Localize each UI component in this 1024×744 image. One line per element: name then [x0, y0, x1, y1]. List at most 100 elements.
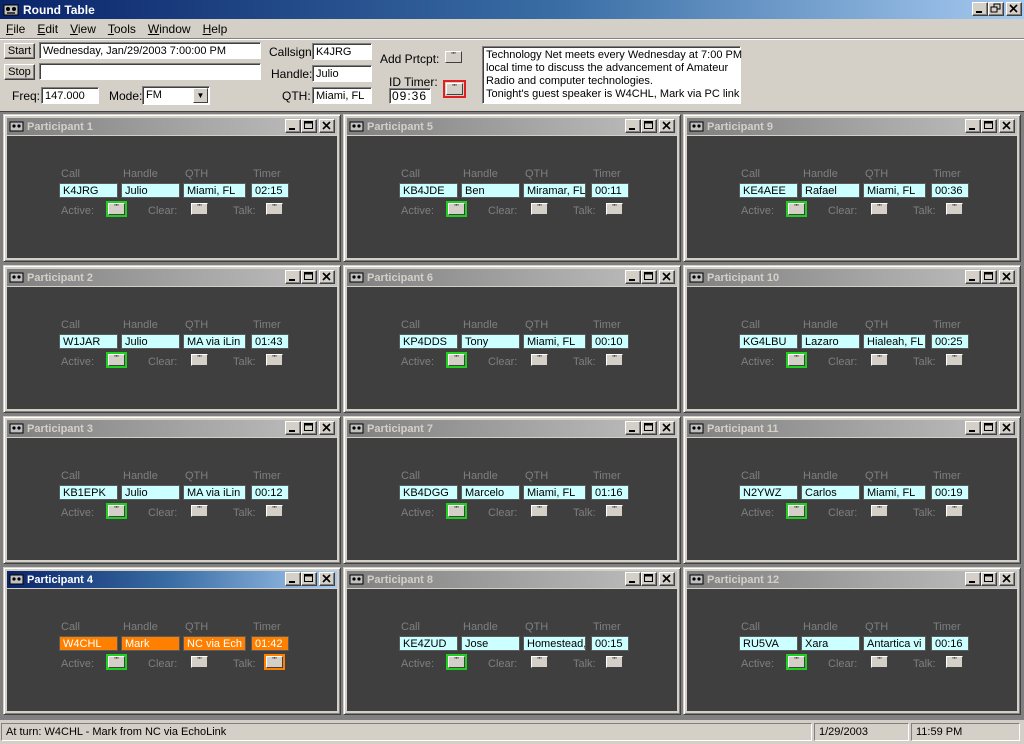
- participant-window[interactable]: Participant 7 Call Handle QTH Timer KB4DGG Mar…: [343, 416, 681, 564]
- participant-title-bar[interactable]: Participant 3: [7, 420, 337, 437]
- participant-qth-field[interactable]: Hialeah, FL: [863, 334, 926, 349]
- active-button[interactable]: ''': [446, 201, 467, 217]
- talk-button[interactable]: ''': [266, 203, 283, 215]
- participant-minimize-button[interactable]: [625, 270, 641, 284]
- start-time-field[interactable]: Wednesday, Jan/29/2003 7:00:00 PM: [39, 42, 261, 59]
- participant-window[interactable]: Participant 12 Call Handle QTH Timer RU5VA Xar…: [683, 567, 1021, 715]
- participant-maximize-button[interactable]: [641, 270, 657, 284]
- participant-minimize-button[interactable]: [285, 421, 301, 435]
- participant-close-button[interactable]: [659, 119, 675, 133]
- participant-handle-field[interactable]: Tony: [461, 334, 520, 349]
- participant-window[interactable]: Participant 5 Call Handle QTH Timer KB4JDE Ben…: [343, 114, 681, 262]
- participant-minimize-button[interactable]: [965, 270, 981, 284]
- menu-view[interactable]: View: [64, 22, 102, 36]
- participant-minimize-button[interactable]: [625, 572, 641, 586]
- active-button[interactable]: ''': [786, 201, 807, 217]
- participant-title-bar[interactable]: Participant 8: [347, 571, 677, 588]
- active-button[interactable]: ''': [786, 503, 807, 519]
- participant-minimize-button[interactable]: [965, 572, 981, 586]
- talk-button[interactable]: ''': [606, 203, 623, 215]
- talk-button[interactable]: ''': [606, 656, 623, 668]
- menu-file[interactable]: File: [0, 22, 31, 36]
- participant-maximize-button[interactable]: [981, 270, 997, 284]
- participant-call-field[interactable]: KE4AEE: [739, 183, 798, 198]
- participant-call-field[interactable]: W4CHL: [59, 636, 118, 651]
- participant-handle-field[interactable]: Xara: [801, 636, 860, 651]
- net-notes-textbox[interactable]: Technology Net meets every Wednesday at …: [482, 46, 742, 104]
- stop-time-field[interactable]: [39, 63, 261, 80]
- participant-window[interactable]: Participant 6 Call Handle QTH Timer KP4DDS Ton…: [343, 265, 681, 413]
- freq-field[interactable]: 147.000: [41, 87, 99, 104]
- participant-maximize-button[interactable]: [301, 572, 317, 586]
- clear-button[interactable]: ''': [531, 505, 548, 517]
- participant-title-bar[interactable]: Participant 7: [347, 420, 677, 437]
- participant-title-bar[interactable]: Participant 12: [687, 571, 1017, 588]
- talk-button[interactable]: ''': [606, 354, 623, 366]
- participant-maximize-button[interactable]: [301, 270, 317, 284]
- participant-window[interactable]: Participant 8 Call Handle QTH Timer KE4ZUD Jos…: [343, 567, 681, 715]
- participant-handle-field[interactable]: Mark: [121, 636, 180, 651]
- talk-button[interactable]: ''': [946, 203, 963, 215]
- participant-call-field[interactable]: KP4DDS: [399, 334, 458, 349]
- participant-minimize-button[interactable]: [285, 572, 301, 586]
- participant-qth-field[interactable]: Miramar, FL: [523, 183, 586, 198]
- participant-title-bar[interactable]: Participant 11: [687, 420, 1017, 437]
- participant-maximize-button[interactable]: [981, 119, 997, 133]
- active-button[interactable]: ''': [446, 503, 467, 519]
- clear-button[interactable]: ''': [871, 656, 888, 668]
- active-button[interactable]: ''': [446, 352, 467, 368]
- participant-handle-field[interactable]: Lazaro: [801, 334, 860, 349]
- participant-call-field[interactable]: KG4LBU: [739, 334, 798, 349]
- participant-maximize-button[interactable]: [301, 421, 317, 435]
- menu-edit[interactable]: Edit: [31, 22, 64, 36]
- participant-title-bar[interactable]: Participant 1: [7, 118, 337, 135]
- menu-tools[interactable]: Tools: [102, 22, 142, 36]
- participant-close-button[interactable]: [999, 270, 1015, 284]
- participant-close-button[interactable]: [319, 119, 335, 133]
- active-button[interactable]: ''': [106, 654, 127, 670]
- participant-title-bar[interactable]: Participant 4: [7, 571, 337, 588]
- participant-call-field[interactable]: RU5VA: [739, 636, 798, 651]
- participant-close-button[interactable]: [319, 572, 335, 586]
- menu-help[interactable]: Help: [197, 22, 234, 36]
- participant-title-bar[interactable]: Participant 6: [347, 269, 677, 286]
- start-button[interactable]: Start: [4, 43, 35, 59]
- clear-button[interactable]: ''': [191, 203, 208, 215]
- participant-maximize-button[interactable]: [641, 572, 657, 586]
- participant-close-button[interactable]: [659, 270, 675, 284]
- active-button[interactable]: ''': [786, 352, 807, 368]
- talk-button[interactable]: ''': [946, 505, 963, 517]
- app-title-bar[interactable]: Round Table: [0, 0, 1024, 19]
- clear-button[interactable]: ''': [531, 656, 548, 668]
- participant-qth-field[interactable]: NC via Ech: [183, 636, 246, 651]
- participant-minimize-button[interactable]: [965, 421, 981, 435]
- participant-handle-field[interactable]: Julio: [121, 334, 180, 349]
- participant-window[interactable]: Participant 11 Call Handle QTH Timer N2YWZ Car…: [683, 416, 1021, 564]
- clear-button[interactable]: ''': [531, 354, 548, 366]
- participant-qth-field[interactable]: Miami, FL: [523, 485, 586, 500]
- participant-handle-field[interactable]: Carlos: [801, 485, 860, 500]
- participant-window[interactable]: Participant 1 Call Handle QTH Timer K4JRG Juli…: [3, 114, 341, 262]
- add-participant-button[interactable]: ''': [445, 51, 462, 63]
- participant-qth-field[interactable]: Antartica vi: [863, 636, 926, 651]
- participant-call-field[interactable]: K4JRG: [59, 183, 118, 198]
- talk-button[interactable]: ''': [606, 505, 623, 517]
- participant-maximize-button[interactable]: [641, 119, 657, 133]
- participant-call-field[interactable]: KE4ZUD: [399, 636, 458, 651]
- participant-title-bar[interactable]: Participant 10: [687, 269, 1017, 286]
- chevron-down-icon[interactable]: ▼: [193, 88, 208, 103]
- participant-close-button[interactable]: [999, 421, 1015, 435]
- participant-qth-field[interactable]: MA via iLin: [183, 485, 246, 500]
- mode-select[interactable]: FM ▼: [142, 86, 210, 105]
- participant-qth-field[interactable]: Homestead,: [523, 636, 586, 651]
- clear-button[interactable]: ''': [191, 656, 208, 668]
- participant-maximize-button[interactable]: [641, 421, 657, 435]
- participant-qth-field[interactable]: Miami, FL: [863, 183, 926, 198]
- clear-button[interactable]: ''': [191, 505, 208, 517]
- participant-call-field[interactable]: KB4DGG: [399, 485, 458, 500]
- participant-minimize-button[interactable]: [285, 270, 301, 284]
- participant-handle-field[interactable]: Ben: [461, 183, 520, 198]
- participant-handle-field[interactable]: Jose: [461, 636, 520, 651]
- participant-call-field[interactable]: W1JAR: [59, 334, 118, 349]
- participant-minimize-button[interactable]: [625, 421, 641, 435]
